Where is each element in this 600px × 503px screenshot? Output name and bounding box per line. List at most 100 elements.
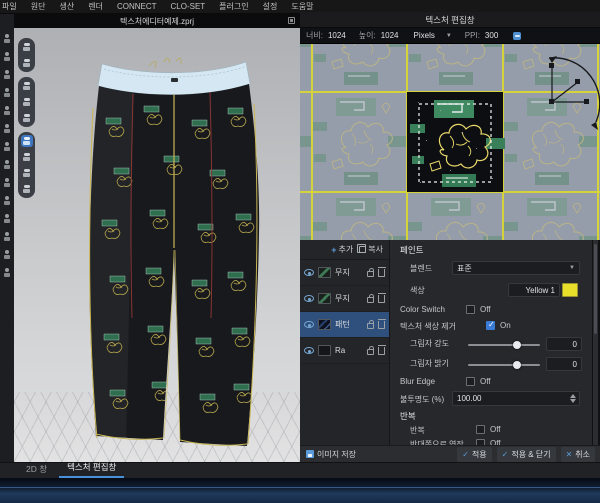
render-style-icon[interactable]	[21, 57, 33, 69]
copy-layer-button[interactable]: 복사	[359, 244, 383, 255]
shadow-intensity-value[interactable]: 0	[546, 337, 582, 351]
delete-icon[interactable]	[378, 347, 385, 355]
pin-icon[interactable]	[21, 96, 33, 108]
link-icon[interactable]	[513, 32, 521, 40]
avatar-tool-icon[interactable]	[3, 88, 12, 97]
blur-edge-label: Blur Edge	[400, 377, 435, 386]
visibility-eye-icon[interactable]	[304, 347, 314, 354]
tab-texture-editor[interactable]: 텍스처 편집창	[59, 459, 124, 478]
render-style-icon[interactable]	[21, 41, 33, 53]
save-image-button[interactable]: 이미지 저장	[306, 449, 356, 460]
visibility-eye-icon[interactable]	[304, 269, 314, 276]
lock-icon[interactable]	[367, 271, 374, 277]
shadow-brightness-value[interactable]: 0	[546, 357, 582, 371]
garment-tool-icon[interactable]	[3, 178, 12, 187]
layer-row[interactable]: 무지	[300, 286, 389, 312]
avatar-tool-icon[interactable]	[3, 124, 12, 133]
ppi-value[interactable]: 300	[485, 31, 498, 40]
width-value[interactable]: 1024	[328, 31, 346, 40]
scene-tool-icon[interactable]	[3, 214, 12, 223]
lock-icon[interactable]	[367, 323, 374, 329]
visibility-eye-icon[interactable]	[304, 295, 314, 302]
layer-row[interactable]: 무지	[300, 260, 389, 286]
viewport-3d[interactable]	[14, 28, 300, 462]
delete-icon[interactable]	[378, 295, 385, 303]
show-avatar-icon[interactable]	[21, 112, 33, 124]
menu-connect[interactable]: CONNECT	[117, 2, 157, 11]
shadow-brightness-row: 그림자 밝기 0	[390, 355, 592, 371]
unit-select[interactable]: Pixels	[414, 31, 435, 40]
scene-tool-icon[interactable]	[3, 268, 12, 277]
show-garment-icon[interactable]	[21, 80, 33, 92]
display-group	[18, 132, 35, 198]
brush-icon[interactable]	[21, 151, 33, 163]
menu-production[interactable]: 생산	[59, 1, 74, 12]
layer-row[interactable]: Ra	[300, 338, 389, 364]
delete-icon[interactable]	[378, 269, 385, 277]
lock-icon[interactable]	[367, 349, 374, 355]
menu-help[interactable]: 도움말	[291, 1, 313, 12]
menu-file[interactable]: 파일	[2, 1, 17, 12]
menu-fabric[interactable]: 원단	[31, 1, 46, 12]
menu-plugin[interactable]: 플러그인	[219, 1, 248, 12]
scene-tool-icon[interactable]	[3, 232, 12, 241]
app-window: 파일 원단 생산 렌더 CONNECT CLO-SET 플러그인 설정 도움말 …	[0, 0, 600, 503]
color-switch-label: Color Switch	[400, 305, 445, 314]
blur-edge-checkbox[interactable]	[466, 377, 475, 386]
color-switch-state: Off	[480, 305, 491, 314]
texture-canvas[interactable]	[300, 44, 600, 240]
add-layer-button[interactable]: + 추가	[331, 244, 353, 255]
delete-icon[interactable]	[378, 321, 385, 329]
slider-thumb[interactable]	[513, 361, 521, 369]
texture-editor-titlebar: 텍스처 편집창	[300, 12, 600, 28]
menu-clo-set[interactable]: CLO-SET	[171, 2, 206, 11]
repeat-checkbox[interactable]	[476, 425, 485, 434]
shadow-brightness-slider[interactable]	[468, 364, 540, 366]
scene-tool-icon[interactable]	[3, 250, 12, 259]
shadow-brightness-label: 그림자 밝기	[410, 358, 449, 369]
remove-color-label: 텍스처 색상 제거	[400, 321, 456, 332]
color-label: 색상	[410, 285, 425, 296]
avatar-tool-icon[interactable]	[3, 34, 12, 43]
scene-tool-icon[interactable]	[3, 196, 12, 205]
texture-editor-footer: 이미지 저장 ✓ 적용 ✓ 적용 & 닫기 ✕ 취소	[300, 445, 600, 462]
slider-thumb[interactable]	[513, 341, 521, 349]
chevron-down-icon[interactable]: ▼	[446, 33, 452, 39]
environment-icon[interactable]	[21, 183, 33, 195]
menu-settings[interactable]: 설정	[263, 1, 278, 12]
avatar-tool-icon[interactable]	[3, 52, 12, 61]
avatar-tool-icon[interactable]	[3, 70, 12, 79]
garment-tool-icon[interactable]	[3, 160, 12, 169]
blend-row: 블렌드 표준 ▼	[390, 260, 592, 276]
selected-texture-tile[interactable]	[407, 92, 505, 192]
float-window-icon[interactable]	[288, 17, 295, 24]
color-name-box[interactable]: Yellow 1	[508, 283, 560, 297]
apply-button[interactable]: ✓ 적용	[457, 447, 491, 462]
garment-tool-icon[interactable]	[3, 142, 12, 151]
color-switch-checkbox[interactable]	[466, 305, 475, 314]
cancel-button[interactable]: ✕ 취소	[561, 447, 595, 462]
opacity-input[interactable]: 100.00	[452, 391, 580, 406]
paint-section-title: 페인트	[400, 244, 423, 256]
panel-scrollbar[interactable]	[593, 240, 598, 445]
visibility-eye-icon[interactable]	[304, 321, 314, 328]
lock-icon[interactable]	[367, 297, 374, 303]
remove-color-state: On	[500, 321, 511, 330]
avatar-display-icon[interactable]	[21, 167, 33, 179]
remove-color-checkbox[interactable]	[486, 321, 495, 330]
height-value[interactable]: 1024	[381, 31, 399, 40]
check-icon: ✓	[462, 450, 469, 459]
spinner-arrows-icon[interactable]	[570, 394, 576, 403]
color-swatch[interactable]	[562, 283, 578, 297]
garment-pants[interactable]	[14, 28, 300, 462]
shadow-intensity-slider[interactable]	[468, 344, 540, 346]
blend-dropdown[interactable]: 표준 ▼	[452, 261, 580, 275]
project-tab[interactable]: 텍스처에디터예제.zprj	[120, 16, 194, 27]
avatar-tool-icon[interactable]	[3, 106, 12, 115]
texture-editor-title: 텍스처 편집창	[425, 14, 474, 26]
show-texture-icon[interactable]	[21, 135, 33, 147]
tab-2d-window[interactable]: 2D 창	[18, 461, 55, 478]
menu-render[interactable]: 렌더	[88, 1, 103, 12]
layer-row-selected[interactable]: 패턴	[300, 312, 389, 338]
apply-close-button[interactable]: ✓ 적용 & 닫기	[497, 447, 556, 462]
